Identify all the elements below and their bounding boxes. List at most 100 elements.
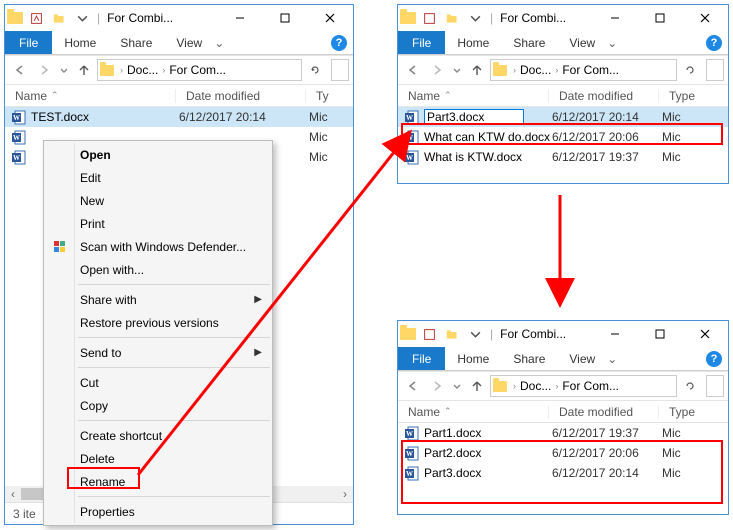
qat-dropdown-icon[interactable] [465,324,485,344]
breadcrumb-seg[interactable]: Doc... [520,63,551,77]
col-date[interactable]: Date modified [548,89,658,103]
tab-share[interactable]: Share [501,31,557,54]
file-row[interactable]: 6/12/2017 20:14 Mic [398,107,728,127]
refresh-button[interactable] [679,375,701,397]
breadcrumb-seg[interactable]: For Com... [169,63,226,77]
rename-input[interactable] [424,109,524,125]
address-bar[interactable]: › Doc... › For Com... [97,59,302,81]
refresh-button[interactable] [304,59,326,81]
col-type[interactable]: Ty [305,89,353,103]
scroll-right-icon[interactable]: › [337,486,353,502]
recent-dropdown-icon[interactable] [57,59,71,81]
tab-file[interactable]: File [398,31,445,54]
titlebar[interactable]: | For Combi... [398,5,728,31]
address-bar[interactable]: › Doc... › For Com... [490,59,677,81]
ctx-sendto[interactable]: Send to▶ [44,341,272,364]
chevron-down-icon[interactable]: ⌄ [607,36,617,50]
ctx-edit[interactable]: Edit [44,166,272,189]
minimize-button[interactable] [594,5,636,31]
qat-newfolder-icon[interactable] [49,8,69,28]
col-name[interactable]: Name⌃ [398,405,548,419]
maximize-button[interactable] [264,5,306,31]
col-date[interactable]: Date modified [548,405,658,419]
minimize-button[interactable] [594,321,636,347]
col-name[interactable]: Name⌃ [398,89,548,103]
ctx-cut[interactable]: Cut [44,371,272,394]
file-row[interactable]: Part2.docx 6/12/2017 20:06 Mic [398,443,728,463]
qat-newfolder-icon[interactable] [442,8,462,28]
up-button[interactable] [73,59,95,81]
up-button[interactable] [466,59,488,81]
chevron-down-icon[interactable]: ⌄ [214,36,224,50]
ctx-open[interactable]: Open [44,143,272,166]
qat-properties-icon[interactable] [419,324,439,344]
tab-view[interactable]: View [164,31,214,54]
forward-button[interactable] [33,59,55,81]
tab-view[interactable]: View [557,347,607,370]
up-button[interactable] [466,375,488,397]
breadcrumb-seg[interactable]: Doc... [520,379,551,393]
file-row[interactable]: What can KTW do.docx 6/12/2017 20:06 Mic [398,127,728,147]
forward-button[interactable] [426,59,448,81]
close-button[interactable] [309,5,351,31]
tab-home[interactable]: Home [445,31,501,54]
search-input[interactable] [706,375,724,397]
ctx-sharewith[interactable]: Share with▶ [44,288,272,311]
tab-share[interactable]: Share [501,347,557,370]
maximize-button[interactable] [639,5,681,31]
help-icon[interactable]: ? [706,35,722,51]
close-button[interactable] [684,5,726,31]
qat-properties-icon[interactable] [419,8,439,28]
col-type[interactable]: Type [658,405,728,419]
ctx-copy[interactable]: Copy [44,394,272,417]
ctx-createshortcut[interactable]: Create shortcut [44,424,272,447]
ctx-properties[interactable]: Properties [44,500,272,523]
ctx-new[interactable]: New [44,189,272,212]
help-icon[interactable]: ? [331,35,347,51]
col-type[interactable]: Type [658,89,728,103]
tab-home[interactable]: Home [52,31,108,54]
tab-file[interactable]: File [398,347,445,370]
ctx-print[interactable]: Print [44,212,272,235]
file-row[interactable]: Part3.docx 6/12/2017 20:14 Mic [398,463,728,483]
forward-button[interactable] [426,375,448,397]
qat-dropdown-icon[interactable] [72,8,92,28]
qat-dropdown-icon[interactable] [465,8,485,28]
maximize-button[interactable] [639,321,681,347]
scroll-left-icon[interactable]: ‹ [5,486,21,502]
tab-share[interactable]: Share [108,31,164,54]
breadcrumb-seg[interactable]: For Com... [562,379,619,393]
file-row[interactable]: Part1.docx 6/12/2017 19:37 Mic [398,423,728,443]
ctx-rename[interactable]: Rename [44,470,272,493]
tab-file[interactable]: File [5,31,52,54]
qat-newfolder-icon[interactable] [442,324,462,344]
titlebar[interactable]: | For Combi... [398,321,728,347]
back-button[interactable] [402,59,424,81]
minimize-button[interactable] [219,5,261,31]
breadcrumb-seg[interactable]: For Com... [562,63,619,77]
file-row[interactable]: TEST.docx 6/12/2017 20:14 Mic [5,107,353,127]
help-icon[interactable]: ? [706,351,722,367]
address-bar[interactable]: › Doc... › For Com... [490,375,677,397]
ctx-openwith[interactable]: Open with... [44,258,272,281]
search-input[interactable] [331,59,349,81]
ctx-delete[interactable]: Delete [44,447,272,470]
qat-properties-icon[interactable] [26,8,46,28]
close-button[interactable] [684,321,726,347]
back-button[interactable] [402,375,424,397]
file-row[interactable]: What is KTW.docx 6/12/2017 19:37 Mic [398,147,728,167]
search-input[interactable] [706,59,724,81]
recent-dropdown-icon[interactable] [450,375,464,397]
refresh-button[interactable] [679,59,701,81]
ctx-restore[interactable]: Restore previous versions [44,311,272,334]
tab-view[interactable]: View [557,31,607,54]
chevron-down-icon[interactable]: ⌄ [607,352,617,366]
titlebar[interactable]: | For Combi... [5,5,353,31]
tab-home[interactable]: Home [445,347,501,370]
recent-dropdown-icon[interactable] [450,59,464,81]
col-date[interactable]: Date modified [175,89,305,103]
breadcrumb-seg[interactable]: Doc... [127,63,158,77]
back-button[interactable] [9,59,31,81]
ctx-defender[interactable]: Scan with Windows Defender... [44,235,272,258]
col-name[interactable]: Name⌃ [5,89,175,103]
